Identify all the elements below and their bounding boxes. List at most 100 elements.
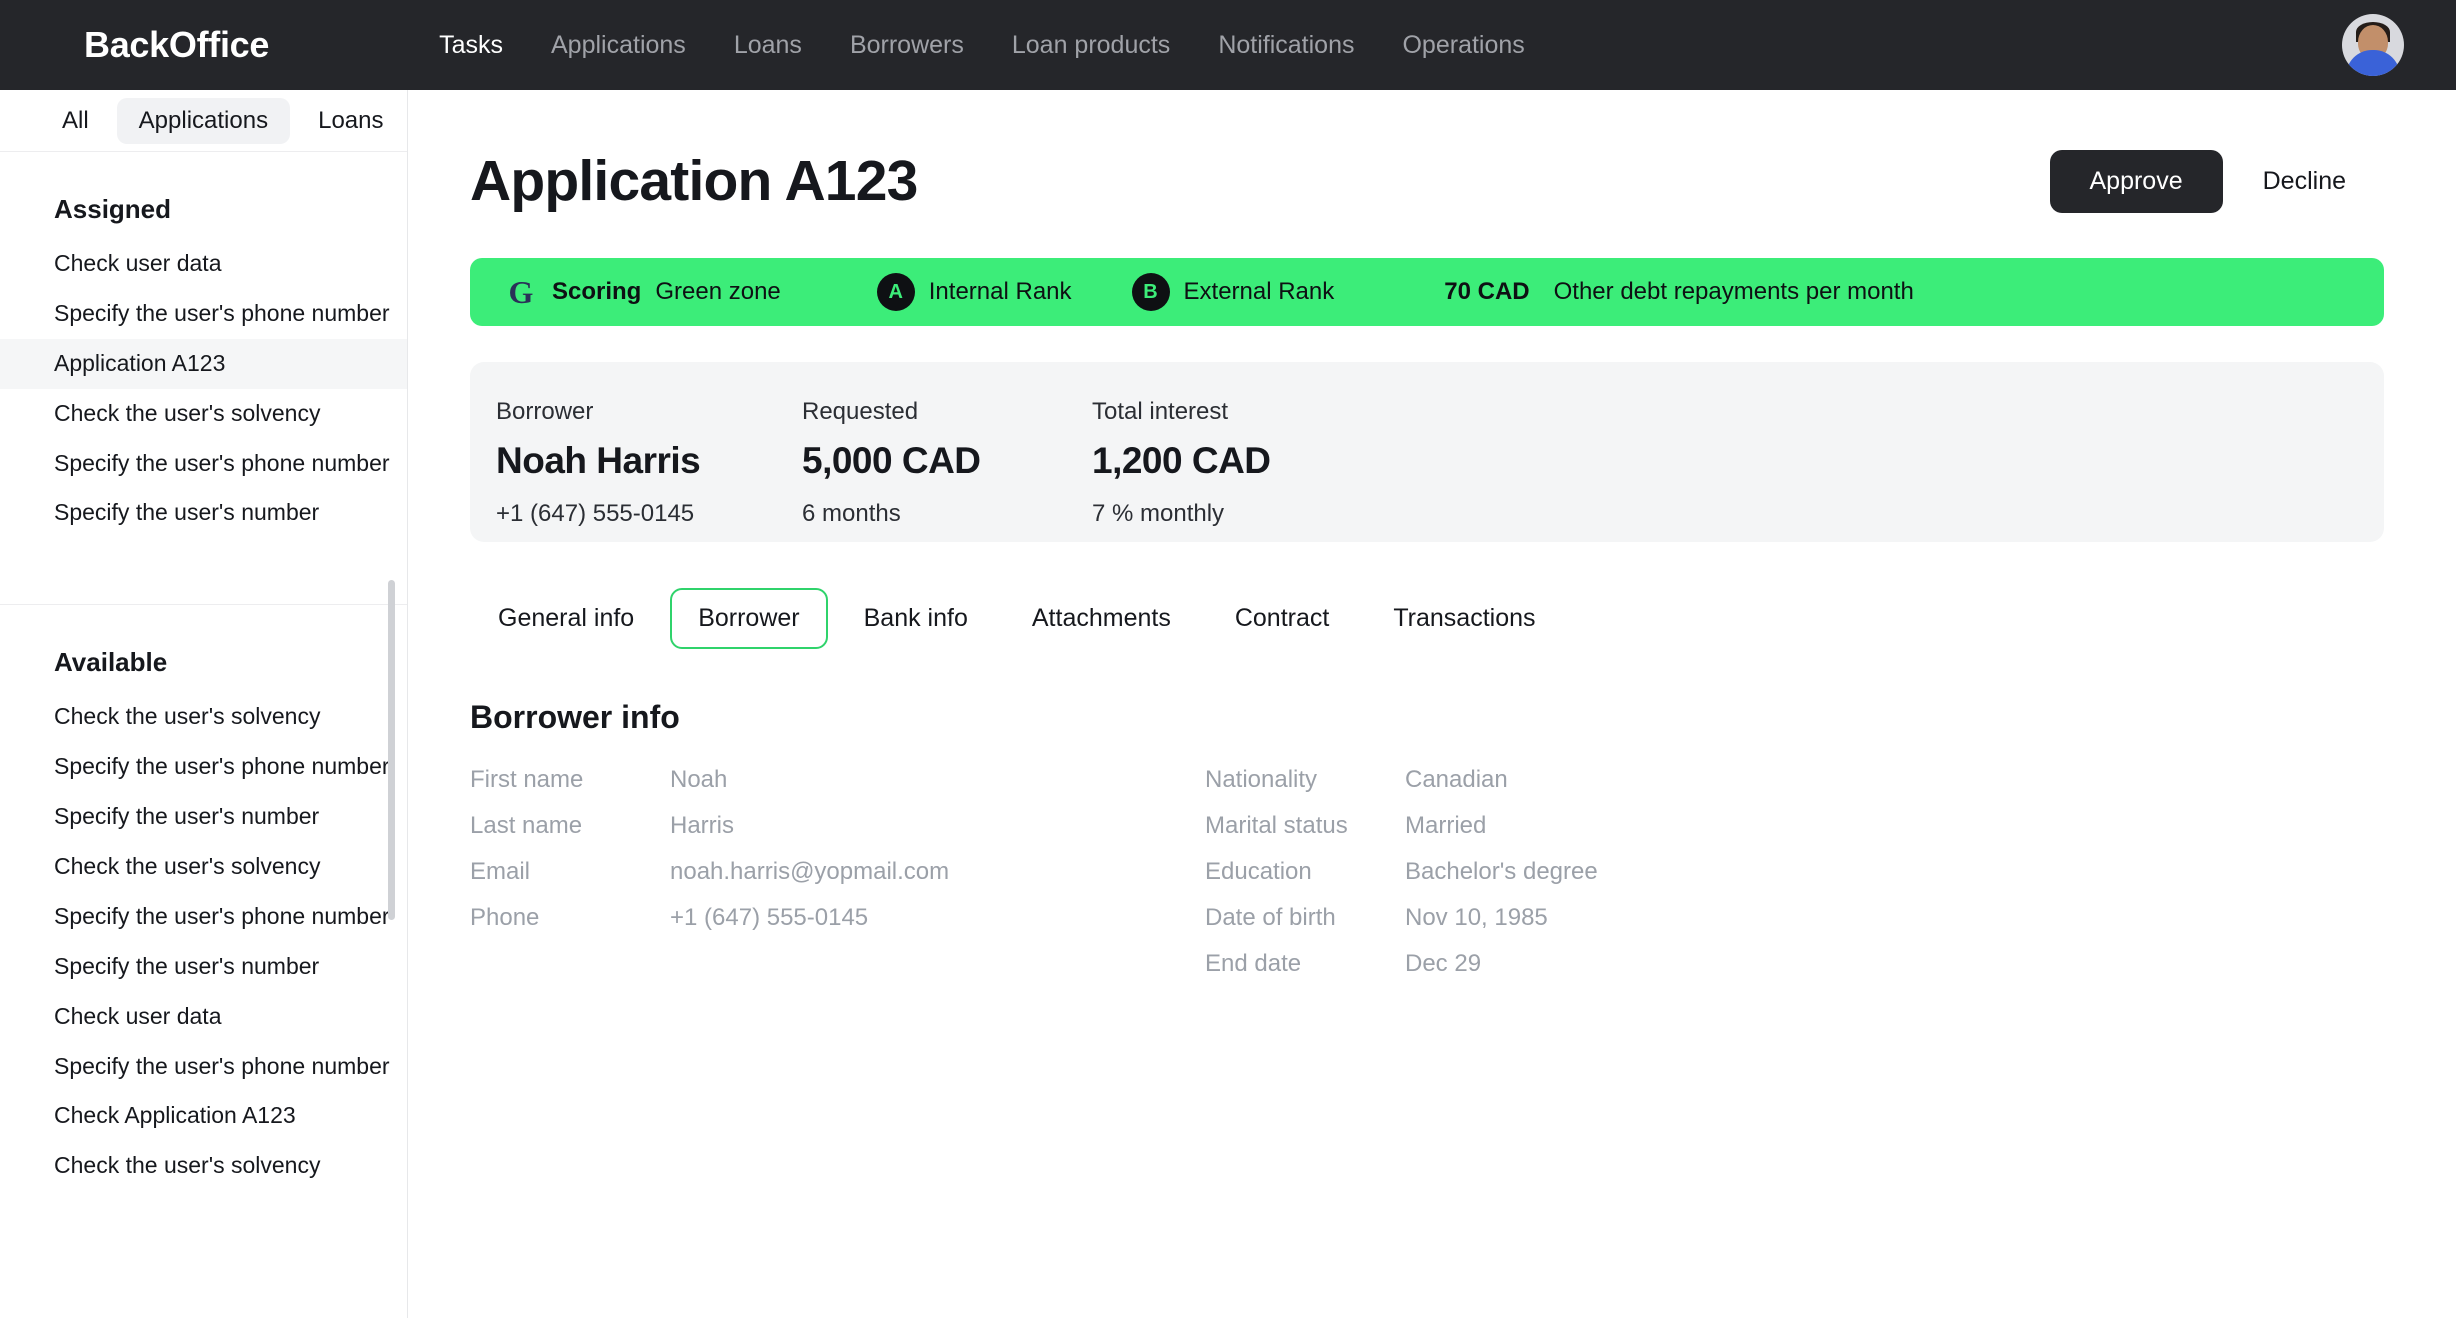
- tab-bank-info[interactable]: Bank info: [836, 588, 996, 649]
- task-item[interactable]: Specify the user's phone number: [0, 892, 407, 942]
- nav-item-tasks[interactable]: Tasks: [439, 31, 503, 60]
- decline-button[interactable]: Decline: [2235, 150, 2374, 213]
- info-label: Marital status: [1205, 812, 1348, 839]
- borrower-info-title: Borrower info: [470, 699, 680, 735]
- task-item[interactable]: Specify the user's phone number: [0, 1042, 407, 1092]
- task-item[interactable]: Check the user's solvency: [0, 389, 407, 439]
- info-row: Phone +1 (647) 555-0145: [470, 904, 1205, 932]
- sidebar-filter-all[interactable]: All: [40, 98, 111, 144]
- info-value: Noah: [670, 766, 728, 793]
- task-item[interactable]: Check the user's solvency: [0, 692, 407, 742]
- task-item[interactable]: Specify the user's number: [0, 488, 407, 538]
- tab-contract[interactable]: Contract: [1207, 588, 1357, 649]
- summary-value: 5,000 CAD: [802, 440, 981, 481]
- task-item[interactable]: Specify the user's phone number: [0, 289, 407, 339]
- sidebar: All Applications Loans Assigned Check us…: [0, 90, 408, 1318]
- info-value: Married: [1405, 812, 1487, 839]
- external-rank-badge: B: [1131, 273, 1170, 311]
- info-value: Harris: [670, 812, 734, 839]
- main-nav: Tasks Applications Loans Borrowers Loan …: [439, 31, 1525, 60]
- summary-card: Borrower Noah Harris +1 (647) 555-0145 R…: [470, 362, 2384, 542]
- scoring-block: G Scoring Green zone: [504, 275, 781, 309]
- info-label: Last name: [470, 812, 583, 839]
- task-item[interactable]: Check the user's solvency: [0, 842, 407, 892]
- debt-label: Other debt repayments per month: [1553, 278, 1914, 305]
- summary-label: Requested: [802, 398, 919, 425]
- app-logo[interactable]: BackOffice: [84, 24, 269, 66]
- task-item[interactable]: Check Application A123: [0, 1091, 407, 1141]
- detail-tabs: General info Borrower Bank info Attachme…: [470, 588, 2384, 649]
- sidebar-scrollbar-thumb[interactable]: [388, 580, 395, 920]
- top-navigation-bar: BackOffice Tasks Applications Loans Borr…: [0, 0, 2456, 90]
- borrower-info-right-column: Nationality Canadian Marital status Marr…: [1205, 766, 1940, 996]
- info-row: Last name Harris: [470, 812, 1205, 840]
- info-row: Nationality Canadian: [1205, 766, 1940, 794]
- scoring-g-icon: G: [508, 274, 534, 310]
- summary-label: Borrower: [496, 398, 594, 425]
- task-item[interactable]: Check the user's solvency: [0, 1141, 407, 1191]
- available-task-list: Check the user's solvency Specify the us…: [0, 692, 407, 1191]
- task-item[interactable]: Check user data: [0, 239, 407, 289]
- debt-amount: 70 CAD: [1444, 278, 1530, 305]
- info-label: Education: [1205, 858, 1312, 885]
- available-group-title: Available: [54, 647, 168, 678]
- info-value: Dec 29: [1405, 950, 1482, 977]
- task-item[interactable]: Check user data: [0, 992, 407, 1042]
- sidebar-scrollbar[interactable]: [388, 580, 395, 980]
- info-value: Nov 10, 1985: [1405, 904, 1548, 931]
- nav-item-loan-products[interactable]: Loan products: [1012, 31, 1170, 60]
- summary-total-interest: Total interest 1,200 CAD 7 % monthly: [1092, 398, 1271, 542]
- info-label: Phone: [470, 904, 540, 931]
- tab-general-info[interactable]: General info: [470, 588, 662, 649]
- info-row: End date Dec 29: [1205, 950, 1940, 978]
- tab-borrower[interactable]: Borrower: [670, 588, 828, 649]
- assigned-group-title: Assigned: [54, 194, 172, 224]
- nav-item-loans[interactable]: Loans: [734, 31, 802, 60]
- scoring-banner: G Scoring Green zone A Internal Rank B E…: [470, 258, 2384, 326]
- task-item[interactable]: Specify the user's phone number: [0, 742, 407, 792]
- info-row: Education Bachelor's degree: [1205, 858, 1940, 886]
- summary-label: Total interest: [1092, 398, 1229, 425]
- summary-value: 1,200 CAD: [1092, 440, 1271, 481]
- page-header: Application A123 Approve Decline: [470, 148, 2384, 214]
- summary-requested: Requested 5,000 CAD 6 months: [802, 398, 1092, 542]
- info-label: Email: [470, 858, 531, 885]
- nav-item-operations[interactable]: Operations: [1402, 31, 1524, 60]
- task-item-application-a123[interactable]: Application A123: [0, 338, 407, 389]
- nav-item-applications[interactable]: Applications: [551, 31, 686, 60]
- info-row: Marital status Married: [1205, 812, 1940, 840]
- avatar[interactable]: [2342, 14, 2404, 76]
- summary-sub: +1 (647) 555-0145: [496, 500, 695, 527]
- sidebar-filter-tabs: All Applications Loans: [0, 90, 407, 152]
- approve-button[interactable]: Approve: [2049, 149, 2223, 213]
- external-rank-block: B External Rank: [1131, 273, 1334, 311]
- sidebar-filter-applications[interactable]: Applications: [116, 97, 291, 144]
- internal-rank-badge: A: [876, 273, 915, 311]
- internal-rank-block: A Internal Rank: [876, 273, 1072, 311]
- info-row: Email noah.harris@yopmail.com: [470, 858, 1205, 886]
- sidebar-filter-loans[interactable]: Loans: [296, 98, 405, 144]
- main-content: Application A123 Approve Decline G Scori…: [408, 90, 2456, 1318]
- internal-rank-label: Internal Rank: [928, 278, 1072, 305]
- info-value: Bachelor's degree: [1405, 858, 1598, 885]
- avatar-body: [2346, 50, 2400, 76]
- info-row: First name Noah: [470, 766, 1205, 794]
- tab-attachments[interactable]: Attachments: [1004, 588, 1199, 649]
- borrower-info-grid: First name Noah Last name Harris Email n…: [470, 766, 2384, 996]
- info-label: Nationality: [1205, 766, 1318, 793]
- task-item[interactable]: Specify the user's number: [0, 942, 407, 992]
- nav-item-borrowers[interactable]: Borrowers: [850, 31, 964, 60]
- info-label: Date of birth: [1205, 904, 1336, 931]
- task-item[interactable]: Specify the user's number: [0, 792, 407, 842]
- page-title: Application A123: [470, 149, 918, 213]
- tab-transactions[interactable]: Transactions: [1365, 588, 1563, 649]
- summary-sub: 6 months: [802, 500, 901, 527]
- info-value: Canadian: [1405, 766, 1508, 793]
- borrower-info-left-column: First name Noah Last name Harris Email n…: [470, 766, 1205, 996]
- info-value: noah.harris@yopmail.com: [670, 858, 950, 885]
- summary-borrower: Borrower Noah Harris +1 (647) 555-0145: [496, 398, 802, 542]
- task-item[interactable]: Specify the user's phone number: [0, 439, 407, 489]
- info-label: End date: [1205, 950, 1302, 977]
- nav-item-notifications[interactable]: Notifications: [1218, 31, 1354, 60]
- summary-sub: 7 % monthly: [1092, 500, 1225, 527]
